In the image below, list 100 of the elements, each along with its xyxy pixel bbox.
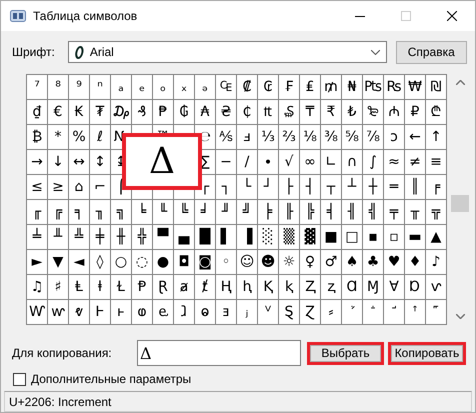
character-cell[interactable]: ☼ xyxy=(279,250,300,275)
character-cell[interactable]: ╪ xyxy=(90,225,111,250)
character-cell[interactable]: Ɐ xyxy=(384,275,405,300)
character-cell[interactable]: ▐ xyxy=(237,225,258,250)
character-cell[interactable]: ⱶ xyxy=(111,300,132,325)
character-cell[interactable]: ₵ xyxy=(237,100,258,125)
character-cell[interactable]: ╘ xyxy=(132,200,153,225)
character-cell[interactable]: ⅍ xyxy=(216,125,237,150)
character-cell[interactable]: ♣ xyxy=(363,250,384,275)
character-cell[interactable]: ↓ xyxy=(48,150,69,175)
character-cell[interactable]: ₴ xyxy=(216,100,237,125)
character-cell[interactable]: Ⱡ xyxy=(69,275,90,300)
character-cell[interactable]: ⅎ xyxy=(237,125,258,150)
character-cell[interactable]: ◦ xyxy=(216,250,237,275)
character-cell[interactable]: ▼ xyxy=(48,250,69,275)
character-cell[interactable]: ╗ xyxy=(111,200,132,225)
character-cell[interactable]: ♂ xyxy=(321,250,342,275)
character-cell[interactable]: ╙ xyxy=(153,200,174,225)
character-cell[interactable]: ╒ xyxy=(426,175,447,200)
character-cell[interactable]: ╜ xyxy=(216,200,237,225)
character-cell[interactable]: Ⱳ xyxy=(27,300,48,325)
character-cell[interactable]: ╔ xyxy=(48,200,69,225)
character-cell[interactable]: ₓ xyxy=(174,75,195,100)
character-cell[interactable]: ╚ xyxy=(174,200,195,225)
character-cell[interactable]: ₳ xyxy=(195,100,216,125)
character-cell[interactable]: Ɒ xyxy=(405,275,426,300)
scroll-down-icon[interactable] xyxy=(456,314,464,319)
character-cell[interactable]: ♀ xyxy=(300,250,321,275)
character-cell[interactable]: ⁹ xyxy=(69,75,90,100)
character-cell[interactable]: ▬ xyxy=(405,225,426,250)
character-cell[interactable]: Ⱪ xyxy=(258,275,279,300)
character-cell[interactable]: ₽ xyxy=(405,100,426,125)
character-cell[interactable]: Ⱨ xyxy=(216,275,237,300)
character-cell[interactable]: ⱹ xyxy=(174,300,195,325)
character-cell[interactable]: ₪ xyxy=(426,75,447,100)
character-cell[interactable]: ₑ xyxy=(132,75,153,100)
character-cell[interactable]: ⱨ xyxy=(237,275,258,300)
character-cell[interactable]: ₮ xyxy=(90,100,111,125)
character-cell[interactable]: ╖ xyxy=(90,200,111,225)
character-cell[interactable]: ♯ xyxy=(48,275,69,300)
character-cell[interactable]: ╛ xyxy=(195,200,216,225)
character-cell[interactable]: ┼ xyxy=(363,175,384,200)
character-cell[interactable]: ╠ xyxy=(300,200,321,225)
character-cell[interactable]: ₦ xyxy=(342,75,363,100)
character-cell[interactable]: ⅔ xyxy=(279,125,300,150)
scroll-up-icon[interactable] xyxy=(456,80,464,85)
character-cell[interactable]: ╣ xyxy=(363,200,384,225)
character-cell[interactable]: ♥ xyxy=(384,250,405,275)
character-cell[interactable]: ┬ xyxy=(321,175,342,200)
character-cell[interactable]: ■ xyxy=(321,225,342,250)
character-cell[interactable]: → xyxy=(27,150,48,175)
character-cell[interactable]: ▄ xyxy=(174,225,195,250)
character-cell[interactable]: ╞ xyxy=(258,200,279,225)
character-cell[interactable]: ╕ xyxy=(69,200,90,225)
character-cell[interactable]: Ȿ xyxy=(279,300,300,325)
character-cell[interactable]: ₾ xyxy=(426,100,447,125)
character-cell[interactable]: └ xyxy=(237,175,258,200)
character-cell[interactable]: ⱪ xyxy=(279,275,300,300)
character-cell[interactable]: ₿ xyxy=(27,125,48,150)
character-cell[interactable]: ₰ xyxy=(132,100,153,125)
character-cell[interactable]: ▓ xyxy=(300,225,321,250)
character-cell[interactable]: − xyxy=(216,150,237,175)
character-cell[interactable]: ∟ xyxy=(321,150,342,175)
character-cell[interactable]: ⅓ xyxy=(258,125,279,150)
character-cell[interactable]: ← xyxy=(405,125,426,150)
character-cell[interactable]: ▲ xyxy=(426,225,447,250)
character-cell[interactable]: ꜘ xyxy=(342,300,363,325)
character-cell[interactable]: ╟ xyxy=(279,200,300,225)
character-cell[interactable]: ◙ xyxy=(195,250,216,275)
character-cell[interactable]: ∫ xyxy=(363,150,384,175)
character-cell[interactable]: √ xyxy=(279,150,300,175)
character-cell[interactable]: ╩ xyxy=(69,225,90,250)
scroll-thumb[interactable] xyxy=(451,195,469,212)
help-button[interactable]: Справка xyxy=(396,40,467,64)
character-cell[interactable]: ↑ xyxy=(426,125,447,150)
character-cell[interactable]: ⅝ xyxy=(342,125,363,150)
character-cell[interactable]: ┴ xyxy=(342,175,363,200)
character-cell[interactable]: ≡ xyxy=(426,150,447,175)
character-cell[interactable]: ☺ xyxy=(237,250,258,275)
character-cell[interactable]: ⱴ xyxy=(69,300,90,325)
character-cell[interactable]: ▒ xyxy=(279,225,300,250)
character-cell[interactable]: Ᵽ xyxy=(132,275,153,300)
character-cell[interactable]: □ xyxy=(342,225,363,250)
character-cell[interactable]: ○ xyxy=(111,250,132,275)
checkbox[interactable] xyxy=(13,372,26,386)
character-cell[interactable]: ₤ xyxy=(300,75,321,100)
character-cell[interactable]: ≤ xyxy=(27,175,48,200)
character-cell[interactable]: ≥ xyxy=(48,175,69,200)
character-cell[interactable]: ⌐ xyxy=(90,175,111,200)
character-cell[interactable]: ꜛ xyxy=(405,300,426,325)
character-cell[interactable]: ₻ xyxy=(363,100,384,125)
character-cell[interactable]: ┤ xyxy=(300,175,321,200)
character-cell[interactable]: Ⱬ xyxy=(300,275,321,300)
character-cell[interactable]: ▌ xyxy=(216,225,237,250)
character-cell[interactable]: ╓ xyxy=(27,200,48,225)
character-cell[interactable]: ⱳ xyxy=(48,300,69,325)
character-cell[interactable]: ├ xyxy=(279,175,300,200)
character-cell[interactable]: ┐ xyxy=(216,175,237,200)
character-cell[interactable]: ⱸ xyxy=(153,300,174,325)
character-cell[interactable]: ⁷ xyxy=(27,75,48,100)
